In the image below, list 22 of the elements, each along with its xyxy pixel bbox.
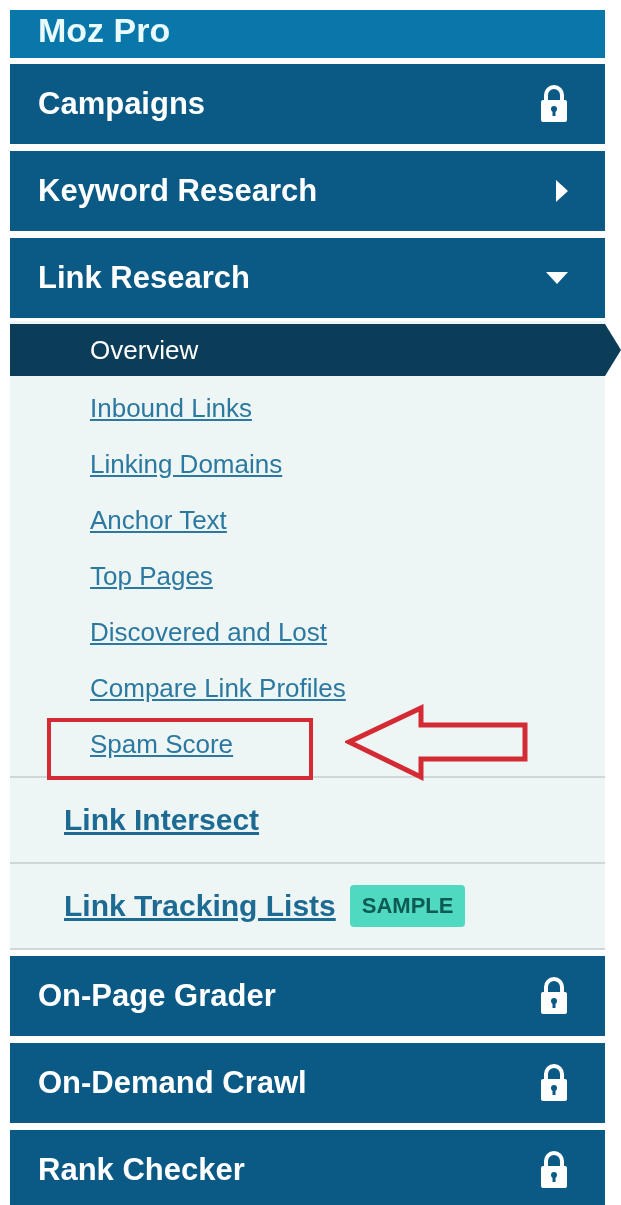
menu-item[interactable]: Campaigns <box>10 64 605 144</box>
submenu-link[interactable]: Compare Link Profiles <box>90 672 346 704</box>
submenu-link[interactable]: Discovered and Lost <box>90 616 328 648</box>
app-title: Moz Pro <box>10 10 605 58</box>
menu-item[interactable]: Link Research <box>10 238 605 318</box>
menu-item[interactable]: On-Demand Crawl <box>10 1043 605 1123</box>
submenu-link[interactable]: Linking Domains <box>90 448 283 480</box>
submenu-link[interactable]: Top Pages <box>90 560 213 592</box>
menu-item[interactable]: Rank Checker <box>10 1130 605 1205</box>
sample-badge: SAMPLE <box>349 885 466 927</box>
menu-link[interactable]: Link Tracking Lists <box>64 889 336 923</box>
lock-icon <box>539 1150 569 1190</box>
menu-item[interactable]: On-Page Grader <box>10 956 605 1036</box>
lock-icon <box>539 1063 569 1103</box>
lock-icon <box>539 84 569 124</box>
submenu-link[interactable]: Anchor Text <box>90 504 227 536</box>
submenu-link[interactable]: Overview <box>90 334 199 366</box>
menu-link[interactable]: Link Intersect <box>64 803 260 837</box>
menu-item[interactable]: Keyword Research <box>10 151 605 231</box>
submenu-link[interactable]: Spam Score <box>90 728 234 760</box>
submenu-link[interactable]: Inbound Links <box>90 392 252 424</box>
lock-icon <box>539 976 569 1016</box>
